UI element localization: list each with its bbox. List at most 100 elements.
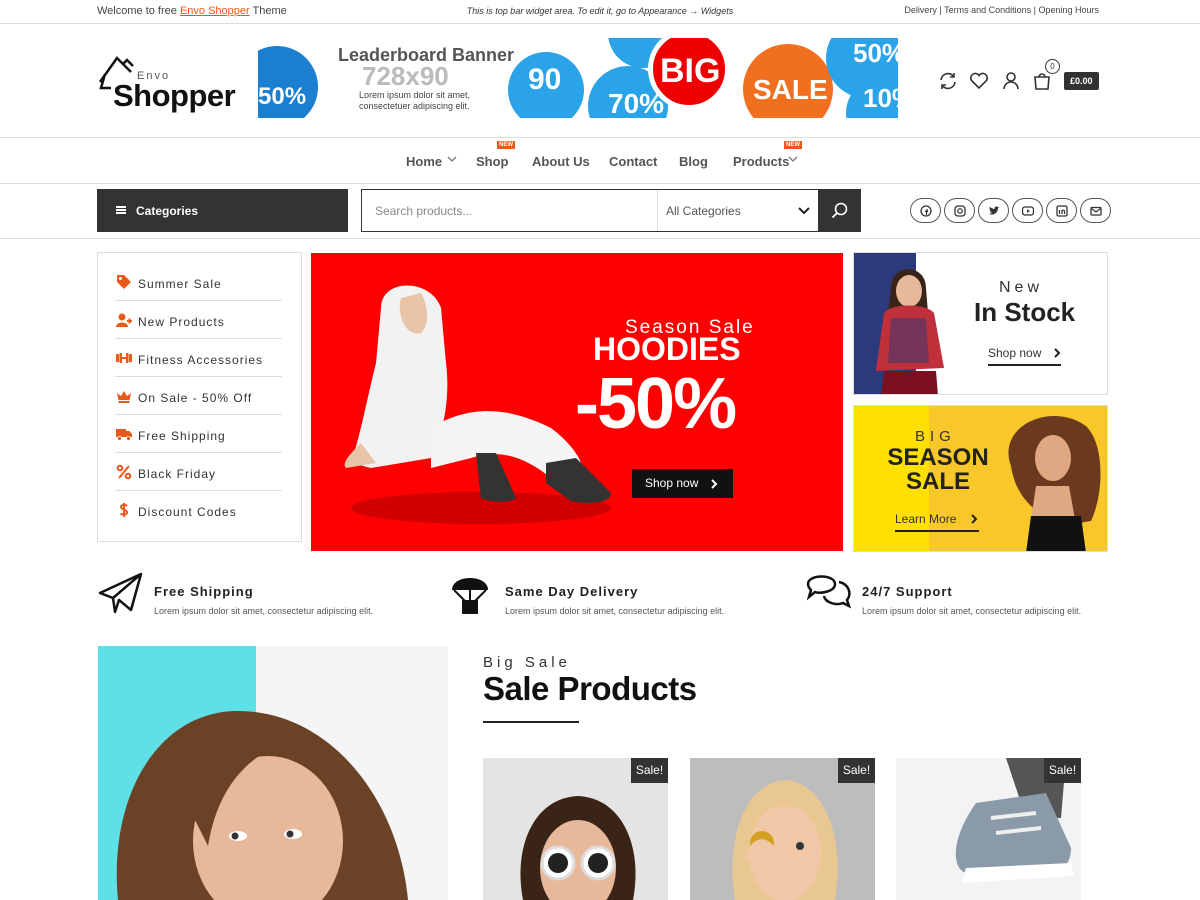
section-subtitle: Big Sale [483,654,571,671]
instagram-icon[interactable] [944,198,975,223]
feature-title: 24/7 Support [862,584,953,599]
chevron-down-icon[interactable] [787,153,799,165]
tag-icon [117,275,131,289]
search-button[interactable] [818,190,861,231]
feature-title: Free Shipping [154,584,254,599]
category-select[interactable]: All Categories [657,190,818,231]
compare-icon[interactable] [937,70,959,92]
promo-new-in-stock[interactable]: New In Stock Shop now [853,252,1108,395]
promo-model-image [1008,415,1101,551]
section-underline [483,721,579,723]
promo2-title-line1: SEASON [887,444,989,471]
hero-shop-now-button[interactable]: Shop now [632,469,733,498]
side-menu-label: Fitness Accessories [138,353,264,367]
feature-same-day-delivery: Same Day Delivery Lorem ipsum dolor sit … [448,570,748,620]
category-select-value: All Categories [666,204,741,218]
promo-big-season-sale[interactable]: BIG SEASON SALE Learn More [853,405,1108,552]
side-menu-item-fitness-accessories[interactable]: Fitness Accessories [115,339,282,377]
hero-discount: -50% [575,364,737,444]
chevron-right-icon [711,479,718,489]
user-account-icon[interactable] [1000,70,1022,92]
banner-sale-text: SALE [753,74,828,105]
side-menu-item-black-friday[interactable]: Black Friday [115,453,282,491]
feature-desc: Lorem ipsum dolor sit amet, consectetur … [154,606,374,616]
feature-support: 24/7 Support Lorem ipsum dolor sit amet,… [805,570,1105,620]
chevron-down-icon[interactable] [446,153,458,165]
hero-slider[interactable]: Season Sale HOODIES -50% Shop now [311,253,843,551]
dumbbell-icon [116,353,132,363]
side-menu-label: On Sale - 50% Off [138,391,253,405]
chat-bubbles-icon [806,575,852,609]
chevron-right-icon [971,514,978,524]
sale-banner-image[interactable] [98,646,448,900]
chevron-down-icon [798,207,810,215]
banner-num-2: 90 [528,63,562,96]
side-menu-item-discount-codes[interactable]: Discount Codes [115,491,282,529]
nav-new-badge: NEW [784,141,802,149]
leaderboard-banner[interactable]: 50% 90 70% 50% 10% Leaderboard Banner 72… [258,38,898,118]
feature-desc: Lorem ipsum dolor sit amet, consectetur … [862,606,1082,616]
promo-model-image [876,269,944,394]
main-nav: Home Shop NEW About Us Contact Blog Prod… [0,137,1200,184]
category-side-menu: Summer Sale New Products Fitness Accesso… [97,252,302,542]
feature-title: Same Day Delivery [505,584,639,599]
promo1-shop-now-link[interactable]: Shop now [988,346,1061,366]
banner-desc: Lorem ipsum dolor sit amet, consectetuer… [359,90,470,112]
product-search-form: All Categories [361,189,861,232]
banner-size: 728x90 [362,61,449,91]
product-card[interactable]: Sale! [896,758,1081,900]
facebook-icon[interactable] [910,198,941,223]
nav-item-blog[interactable]: Blog [679,154,708,169]
banner-big-text: BIG [660,52,721,90]
side-menu-item-summer-sale[interactable]: Summer Sale [115,263,282,301]
search-input[interactable] [362,190,657,231]
promo1-line1: New [999,279,1044,296]
nav-item-shop[interactable]: Shop [476,154,509,169]
wishlist-heart-icon[interactable] [968,70,990,92]
linkedin-icon[interactable] [1046,198,1077,223]
users-icon [116,313,132,327]
side-menu-label: Discount Codes [138,505,237,519]
side-menu-label: Free Shipping [138,429,226,443]
email-icon[interactable] [1080,198,1111,223]
categories-menu-icon [116,206,126,214]
banner-num-4: 50% [853,38,898,68]
twitter-icon[interactable] [978,198,1009,223]
top-bar: Welcome to free Envo Shopper Theme This … [0,0,1200,24]
nav-item-about[interactable]: About Us [532,154,590,169]
chevron-right-icon [1054,348,1061,358]
youtube-icon[interactable] [1012,198,1043,223]
search-icon [831,202,848,219]
side-menu-label: Black Friday [138,467,217,481]
cart-count-badge: 0 [1045,59,1060,74]
nav-item-contact[interactable]: Contact [609,154,657,169]
side-menu-item-free-shipping[interactable]: Free Shipping [115,415,282,453]
banner-num-5: 10% [863,83,898,113]
nav-item-home[interactable]: Home [406,154,442,169]
truck-icon [116,429,132,441]
paper-plane-icon [98,572,143,614]
dollar-icon [119,503,129,517]
sale-badge: Sale! [631,758,668,783]
categories-label: Categories [136,204,199,218]
feature-free-shipping: Free Shipping Lorem ipsum dolor sit amet… [97,570,397,620]
feature-desc: Lorem ipsum dolor sit amet, consectetur … [505,606,725,616]
product-card[interactable]: Sale! [483,758,668,900]
site-logo[interactable]: Envo Shopper [97,52,247,113]
parachute-box-icon [452,578,488,614]
divider [0,238,1200,239]
categories-button[interactable]: Categories [97,189,348,232]
promo2-learn-more-link[interactable]: Learn More [895,512,979,532]
product-card[interactable]: Sale! [690,758,875,900]
top-bar-links[interactable]: Delivery | Terms and Conditions | Openin… [904,5,1099,15]
banner-num-1: 50% [258,83,307,110]
banner-desc-line2: consectetuer adipiscing elit. [359,101,470,111]
promo2-link-label: Learn More [895,512,957,526]
side-menu-item-new-products[interactable]: New Products [115,301,282,339]
side-menu-item-on-sale[interactable]: On Sale - 50% Off [115,377,282,415]
cart-total[interactable]: £0.00 [1064,72,1099,90]
header-icons: 0 £0.00 [937,59,1107,92]
promo2-line1: BIG [915,428,956,445]
section-title: Sale Products [483,670,697,707]
nav-item-products[interactable]: Products [733,154,789,169]
